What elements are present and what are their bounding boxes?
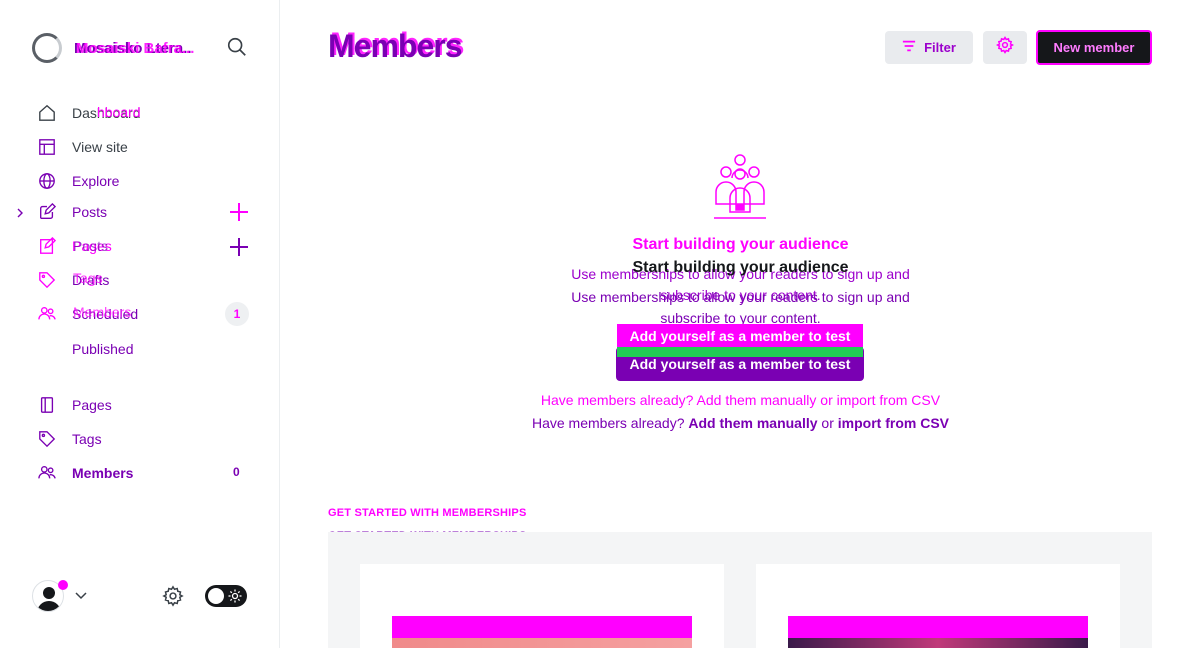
sun-icon: [228, 589, 242, 603]
site-name-ghost: Mosaiski Bafra...: [76, 40, 195, 57]
import-links-ghost: Have members already? Add them manually …: [281, 392, 1200, 408]
import-csv-link[interactable]: import from CSV: [838, 415, 949, 431]
notification-dot: [58, 580, 68, 590]
sidebar-item-label: Posts: [72, 204, 108, 220]
sidebar-item-label: Members: [72, 465, 134, 481]
sidebar-item-tags[interactable]: Tags: [32, 425, 252, 453]
empty-state-title-ghost: Start building your audience: [632, 236, 849, 253]
sidebar-item-posts[interactable]: Posts: [32, 198, 252, 226]
audience-icon: [708, 152, 772, 224]
sidebar-item-members[interactable]: Members: [32, 459, 252, 487]
highlight-bar: [617, 347, 863, 357]
sidebar-ghost-label: Members: [73, 304, 132, 320]
links-prefix: Have members already?: [540, 392, 694, 408]
get-started-label-ghost: GET STARTED WITH MEMBERSHIPS: [328, 507, 527, 519]
chevron-right-icon[interactable]: [14, 206, 26, 218]
sidebar-item-scheduled[interactable]: Scheduled: [32, 300, 252, 328]
sidebar-item-drafts[interactable]: Drafts: [32, 266, 252, 294]
search-icon[interactable]: [226, 36, 250, 60]
add-page-button[interactable]: [228, 236, 250, 258]
import-links: Have members already? Add them manually …: [281, 415, 1200, 431]
sidebar-item-label: Tags: [72, 431, 102, 447]
site-logo-icon: [32, 33, 62, 63]
members-icon: [37, 304, 57, 324]
site-brand[interactable]: [32, 32, 62, 64]
add-post-button[interactable]: [228, 201, 250, 223]
sidebar-item-published[interactable]: Published: [32, 335, 252, 363]
members-count-badge: 0: [233, 465, 240, 479]
empty-state-title: Start building your audience: [632, 259, 849, 276]
sidebar-ghost-label: Tags: [73, 270, 103, 286]
globe-icon: [37, 171, 57, 191]
chevron-down-icon[interactable]: [74, 588, 88, 602]
home-icon: [37, 103, 57, 123]
links-or: or: [820, 392, 833, 408]
tag-icon: [37, 429, 57, 449]
sidebar-item-explore[interactable]: Explore: [32, 167, 252, 195]
sidebar-item-pages-top[interactable]: Pages: [32, 232, 252, 260]
filter-button[interactable]: Filter: [885, 31, 973, 64]
get-started-card[interactable]: [756, 564, 1120, 648]
scheduled-count-badge: 1: [225, 302, 249, 326]
sidebar-footer: [32, 576, 252, 616]
sidebar-ghost-label: hboard: [97, 104, 141, 120]
gear-icon: [995, 36, 1015, 59]
filter-label: Filter: [924, 40, 956, 55]
links-prefix: Have members already?: [531, 415, 685, 431]
page-title: Members: [328, 28, 462, 64]
sidebar-item-label: Published: [72, 341, 134, 357]
sidebar-item-dashboard[interactable]: Dashboard: [32, 99, 252, 127]
empty-state-description: Use memberships to allow your readers to…: [571, 289, 910, 326]
sidebar-item-view-site[interactable]: View site: [32, 133, 252, 161]
import-csv-link[interactable]: import from CSV: [837, 392, 940, 408]
links-or: or: [821, 415, 834, 431]
theme-toggle[interactable]: [205, 585, 247, 607]
sidebar: Mosaisko Ltera.. Mosaiski Bafra... Dashb…: [0, 0, 280, 648]
pages-icon: [37, 395, 57, 415]
add-manually-link[interactable]: Add them manually: [697, 392, 817, 408]
sidebar-item-pages[interactable]: Pages: [32, 391, 252, 419]
sidebar-item-label: View site: [72, 139, 128, 155]
new-member-button[interactable]: New member: [1036, 30, 1152, 65]
edit-icon: [37, 202, 57, 222]
get-started-card[interactable]: [360, 564, 724, 648]
toggle-knob: [208, 588, 224, 604]
add-manually-link[interactable]: Add them manually: [688, 415, 817, 431]
members-icon: [37, 463, 57, 483]
sidebar-ghost-label: Posts: [73, 238, 109, 254]
sidebar-item-label: Explore: [72, 173, 120, 189]
tag-icon: [37, 270, 57, 290]
layout-icon: [37, 137, 57, 157]
card-image: [788, 638, 1088, 648]
settings-gear-icon[interactable]: [162, 585, 184, 607]
members-settings-button[interactable]: [983, 31, 1027, 64]
card-image: [392, 638, 692, 648]
filter-icon: [902, 39, 916, 56]
add-yourself-button-ghost: Add yourself as a member to test: [617, 324, 863, 348]
card-image-ghost: [392, 616, 692, 638]
sidebar-item-label: Pages: [72, 397, 112, 413]
get-started-cards: [328, 532, 1152, 648]
edit-icon: [37, 236, 57, 256]
main-content: Members Members Filter New member Start …: [281, 0, 1200, 648]
card-image-ghost: [788, 616, 1088, 638]
